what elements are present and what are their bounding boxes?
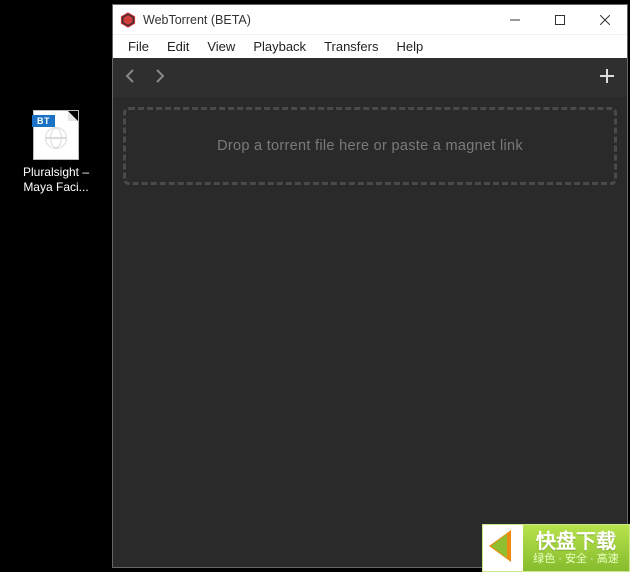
dropzone-text: Drop a torrent file here or paste a magn… bbox=[217, 138, 523, 154]
menu-edit[interactable]: Edit bbox=[158, 37, 198, 56]
bt-badge: BT bbox=[32, 115, 55, 127]
forward-button[interactable] bbox=[154, 69, 165, 86]
nav-arrows bbox=[125, 69, 165, 86]
titlebar: WebTorrent (BETA) bbox=[113, 5, 627, 34]
file-label-line1: Pluralsight – bbox=[22, 165, 90, 180]
menu-playback[interactable]: Playback bbox=[244, 37, 315, 56]
app-logo-icon bbox=[120, 12, 136, 28]
window-title: WebTorrent (BETA) bbox=[143, 13, 492, 27]
menu-file[interactable]: File bbox=[119, 37, 158, 56]
globe-icon bbox=[45, 127, 67, 149]
window-controls bbox=[492, 5, 627, 34]
watermark-text: 快盘下载 绿色 · 安全 · 高速 bbox=[523, 531, 629, 565]
watermark-sub: 绿色 · 安全 · 高速 bbox=[523, 553, 629, 565]
file-label: Pluralsight – Maya Faci... bbox=[22, 165, 90, 195]
torrent-dropzone[interactable]: Drop a torrent file here or paste a magn… bbox=[123, 107, 617, 185]
add-torrent-button[interactable] bbox=[599, 68, 615, 87]
desktop-torrent-file[interactable]: BT Pluralsight – Maya Faci... bbox=[22, 110, 90, 195]
content-area: Drop a torrent file here or paste a magn… bbox=[113, 97, 627, 567]
watermark-arrow-icon bbox=[483, 525, 523, 571]
back-button[interactable] bbox=[125, 69, 136, 86]
close-button[interactable] bbox=[582, 5, 627, 34]
minimize-button[interactable] bbox=[492, 5, 537, 34]
menubar: File Edit View Playback Transfers Help bbox=[113, 34, 627, 58]
menu-help[interactable]: Help bbox=[387, 37, 432, 56]
torrent-file-icon: BT bbox=[33, 110, 79, 160]
watermark-main: 快盘下载 bbox=[523, 531, 629, 553]
webtorrent-window: WebTorrent (BETA) File Edit View Playbac… bbox=[112, 4, 628, 568]
file-label-line2: Maya Faci... bbox=[22, 180, 90, 195]
menu-view[interactable]: View bbox=[198, 37, 244, 56]
menu-transfers[interactable]: Transfers bbox=[315, 37, 387, 56]
watermark-logo: 快盘下载 绿色 · 安全 · 高速 bbox=[482, 524, 630, 572]
toolbar bbox=[113, 58, 627, 97]
maximize-button[interactable] bbox=[537, 5, 582, 34]
